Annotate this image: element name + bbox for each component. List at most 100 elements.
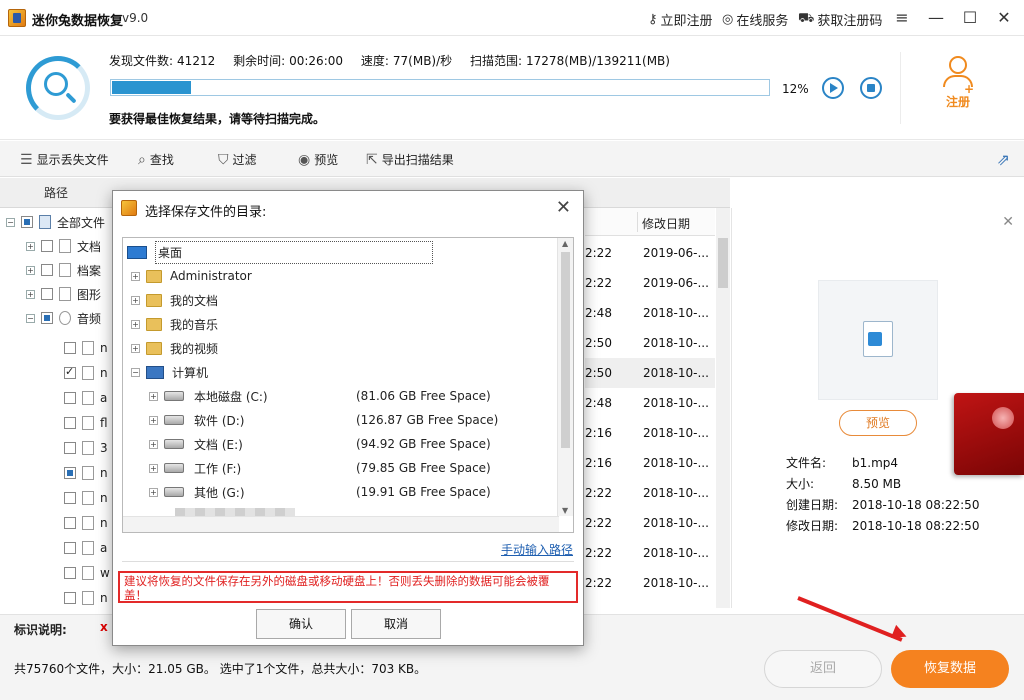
list-row[interactable]: 2:22 2018-10 [585,598,715,608]
list-row[interactable]: 2:48 2018-10-... [585,298,715,328]
register-now-link[interactable]: ⚷ 立即注册 [648,10,713,29]
ok-button[interactable]: 确认 [256,609,346,639]
close-icon[interactable]: ✕ [992,6,1016,30]
tree-item-drive[interactable]: + 工作 (F:) [149,456,241,480]
filter-button[interactable]: ⛉ 过滤 [218,151,257,168]
manual-path-link[interactable]: 手动输入路径 [501,541,573,558]
list-row[interactable]: 2:22 2018-10-... [585,568,715,598]
tree-item-graphics[interactable]: + 图形 [26,282,101,306]
tree-checkbox[interactable] [41,288,53,300]
back-button[interactable]: 返回 [764,650,882,688]
tree-item-audio[interactable]: − 音频 [26,306,101,330]
list-row[interactable]: 2:22 2019-06-... [585,238,715,268]
tree-file-item[interactable]: n [64,486,108,510]
tree-vscrollbar[interactable]: ▲ ▼ [557,238,573,516]
list-row[interactable]: 2:16 2018-10-... [585,418,715,448]
tree-file-item[interactable]: n [64,361,108,385]
share-icon[interactable]: ⇗ [997,150,1010,169]
file-checkbox[interactable] [64,342,76,354]
hard-drive-icon [164,391,184,401]
progress-percent: 12% [782,82,809,96]
tree-file-item[interactable]: a [64,386,107,410]
tree-file-item[interactable]: n [64,511,108,535]
tree-item-drive[interactable]: + 软件 (D:) [149,408,244,432]
list-row[interactable]: 2:22 2018-10-... [585,508,715,538]
drive-free-space: (94.92 GB Free Space) [356,437,491,451]
recover-data-button[interactable]: 恢复数据 [891,650,1009,688]
info-filename: b1.mp4 [852,456,899,470]
export-results-button[interactable]: ⇱ 导出扫描结果 [366,151,454,168]
list-row[interactable]: 2:50 2018-10-... [585,358,715,388]
list-row[interactable]: 2:22 2018-10-... [585,478,715,508]
tab-path[interactable]: 路径 [32,178,80,208]
file-checkbox[interactable] [64,492,76,504]
tree-checkbox[interactable] [41,240,53,252]
file-icon [82,341,94,355]
audio-icon [59,311,71,325]
file-checkbox[interactable] [64,365,76,379]
file-checkbox[interactable] [64,467,76,479]
file-checkbox[interactable] [64,567,76,579]
hard-drive-icon [164,487,184,497]
tree-item-drive[interactable]: + 其他 (G:) [149,480,245,504]
tree-checkbox[interactable] [41,264,53,276]
list-row[interactable]: 2:22 2018-10-... [585,538,715,568]
list-row[interactable]: 2:48 2018-10-... [585,388,715,418]
tree-item-my-music[interactable]: + 我的音乐 [131,312,218,336]
file-checkbox[interactable] [64,442,76,454]
tree-item-drive[interactable]: + 本地磁盘 (C:) [149,384,268,408]
tree-file-item[interactable]: n [64,336,108,360]
list-row[interactable]: 2:50 2018-10-... [585,328,715,358]
file-checkbox[interactable] [64,542,76,554]
find-button[interactable]: ⌕ 查找 [138,151,174,168]
preview-button[interactable]: 预览 [839,410,917,436]
tree-item-administrator[interactable]: + Administrator [131,264,252,288]
file-checkbox[interactable] [64,592,76,604]
list-scrollbar[interactable] [716,208,730,608]
file-checkbox[interactable] [64,392,76,404]
tree-item-computer[interactable]: − 计算机 [131,360,208,384]
tree-checkbox[interactable] [41,312,53,324]
online-service-link[interactable]: ◎ 在线服务 [722,10,788,29]
show-lost-files-button[interactable]: ☰ 显示丢失文件 [20,151,109,168]
dialog-titlebar: 选择保存文件的目录: ✕ [113,191,583,225]
tree-item-my-documents[interactable]: + 我的文档 [131,288,218,312]
tree-file-item[interactable]: n [64,461,108,485]
minimize-icon[interactable]: — [924,6,948,30]
speed-value: 77(MB)/秒 [392,54,453,68]
tree-hscrollbar[interactable] [123,516,559,532]
root-checkbox[interactable] [21,216,33,228]
drive-free-space: (126.87 GB Free Space) [356,413,499,427]
tree-item-archives[interactable]: + 档案 [26,258,101,282]
status-text: 共75760个文件，大小：21.05 GB。 选中了1个文件，总共大小：703 … [14,662,427,676]
play-icon[interactable] [822,77,844,99]
tree-file-item[interactable]: fl [64,411,108,435]
dialog-close-icon[interactable]: ✕ [556,197,571,218]
file-name-label: n [100,516,108,530]
menu-icon[interactable]: ≡ [890,6,914,30]
file-icon [82,541,94,555]
tree-item-documents[interactable]: + 文档 [26,234,101,258]
stop-icon[interactable] [860,77,882,99]
cancel-button[interactable]: 取消 [351,609,441,639]
tree-item-my-videos[interactable]: + 我的视频 [131,336,218,360]
list-row[interactable]: 2:22 2019-06-... [585,268,715,298]
register-button[interactable]: + 注册 [930,56,986,110]
tree-file-item[interactable]: n [64,586,108,608]
file-checkbox[interactable] [64,517,76,529]
maximize-icon[interactable]: ☐ [958,6,982,30]
get-code-link[interactable]: ⛟ 获取注册码 [798,10,882,29]
tree-item-drive[interactable]: + 文档 (E:) [149,432,243,456]
book-ad-image[interactable] [954,393,1024,475]
preview-toggle-button[interactable]: ◉ 预览 [298,151,338,168]
info-modified: 2018-10-18 08:22:50 [852,519,980,533]
file-checkbox[interactable] [64,417,76,429]
tree-file-item[interactable]: 3 [64,436,108,460]
tree-root[interactable]: − 全部文件 [6,210,105,234]
tree-file-item[interactable]: a [64,536,107,560]
col-modified-date[interactable]: 修改日期 [642,215,690,232]
tree-item-desktop[interactable]: 桌面 [127,240,434,264]
close-preview-icon[interactable]: ✕ [1002,214,1014,230]
list-row[interactable]: 2:16 2018-10-... [585,448,715,478]
tree-file-item[interactable]: w [64,561,110,585]
